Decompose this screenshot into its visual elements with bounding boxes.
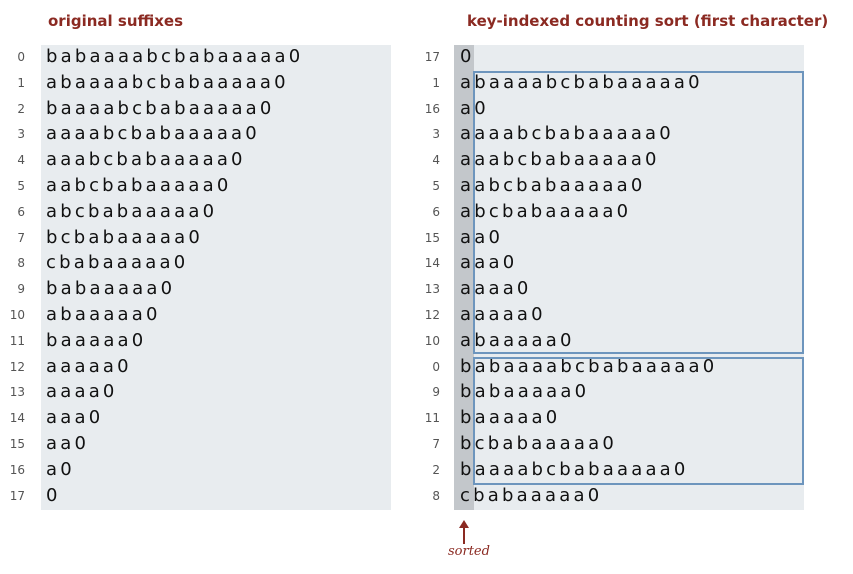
original-row-suffix: aabcbabaaaaa0 <box>46 175 232 196</box>
original-row-suffix: baaaaa0 <box>46 329 147 351</box>
left-title: original suffixes <box>48 12 183 30</box>
original-row-index: 8 <box>17 256 25 271</box>
sorted-row-index: 17 <box>424 50 440 64</box>
original-row-suffix: aaaa0 <box>46 381 118 403</box>
original-row-suffix: abaaaaa0 <box>46 304 161 325</box>
original-row-index: 2 <box>17 101 25 116</box>
b-group-box <box>473 357 804 485</box>
original-row-suffix: bcbabaaaaa0 <box>46 226 204 248</box>
sorted-row-index: 14 <box>424 256 440 271</box>
arrow-shaft <box>463 526 465 544</box>
sorted-row-index: 10 <box>424 333 440 348</box>
original-row-suffix: aaaaa0 <box>46 355 132 377</box>
original-row-index: 0 <box>17 50 25 64</box>
sorted-row-index: 16 <box>424 101 440 116</box>
a-group-box <box>473 71 804 354</box>
original-row-index: 12 <box>9 359 25 374</box>
original-row-index: 13 <box>9 385 25 400</box>
sorted-row-suffix: cbabaaaaa0 <box>460 484 603 506</box>
original-row-index: 17 <box>9 488 25 503</box>
original-row-suffix: aaabcbabaaaaa0 <box>46 149 246 171</box>
original-row-suffix: baaaabcbabaaaaa0 <box>46 97 275 119</box>
original-row-index: 9 <box>17 282 25 297</box>
sorted-row-index: 8 <box>432 488 440 503</box>
original-row-suffix: cbabaaaaa0 <box>46 252 189 274</box>
original-row-suffix: abcbabaaaaa0 <box>46 200 218 222</box>
sorted-row-index: 12 <box>424 308 440 322</box>
sorted-row-index: 6 <box>432 204 440 219</box>
sorted-row-index: 7 <box>432 437 440 451</box>
original-row-index: 14 <box>9 411 25 426</box>
original-row-index: 15 <box>9 437 25 451</box>
original-row-suffix: babaaaabcbabaaaaa0 <box>46 46 304 67</box>
sorted-row-index: 9 <box>432 385 440 400</box>
original-row-suffix: 0 <box>46 484 61 506</box>
original-row-index: 3 <box>17 127 25 142</box>
sorted-row-index: 5 <box>432 179 440 193</box>
original-row-suffix: abaaaabcbabaaaaa0 <box>46 71 289 93</box>
original-row-index: 7 <box>17 230 25 245</box>
original-row-index: 16 <box>9 462 25 477</box>
original-row-index: 10 <box>9 308 25 322</box>
original-row-suffix: babaaaaa0 <box>46 278 176 300</box>
original-row-index: 6 <box>17 204 25 219</box>
sorted-row-index: 4 <box>432 153 440 168</box>
original-row-suffix: aa0 <box>46 433 90 454</box>
original-row-index: 11 <box>9 333 25 348</box>
sorted-row-index: 1 <box>432 75 440 90</box>
right-title: key-indexed counting sort (first charact… <box>467 12 829 30</box>
sorted-row-index: 0 <box>432 359 440 374</box>
original-row-suffix: a0 <box>46 458 75 480</box>
original-row-index: 4 <box>17 153 25 168</box>
original-row-suffix: aaaabcbabaaaaa0 <box>46 123 260 145</box>
original-row-index: 5 <box>17 179 25 193</box>
sorted-row-index: 2 <box>432 462 440 477</box>
sorted-row-index: 15 <box>424 230 440 245</box>
sorted-row-suffix: 0 <box>460 46 475 67</box>
sorted-row-index: 11 <box>424 411 440 426</box>
original-row-index: 1 <box>17 75 25 90</box>
sorted-label: sorted <box>448 544 490 559</box>
original-row-suffix: aaa0 <box>46 407 104 429</box>
sorted-row-index: 13 <box>424 282 440 297</box>
sorted-row-index: 3 <box>432 127 440 142</box>
